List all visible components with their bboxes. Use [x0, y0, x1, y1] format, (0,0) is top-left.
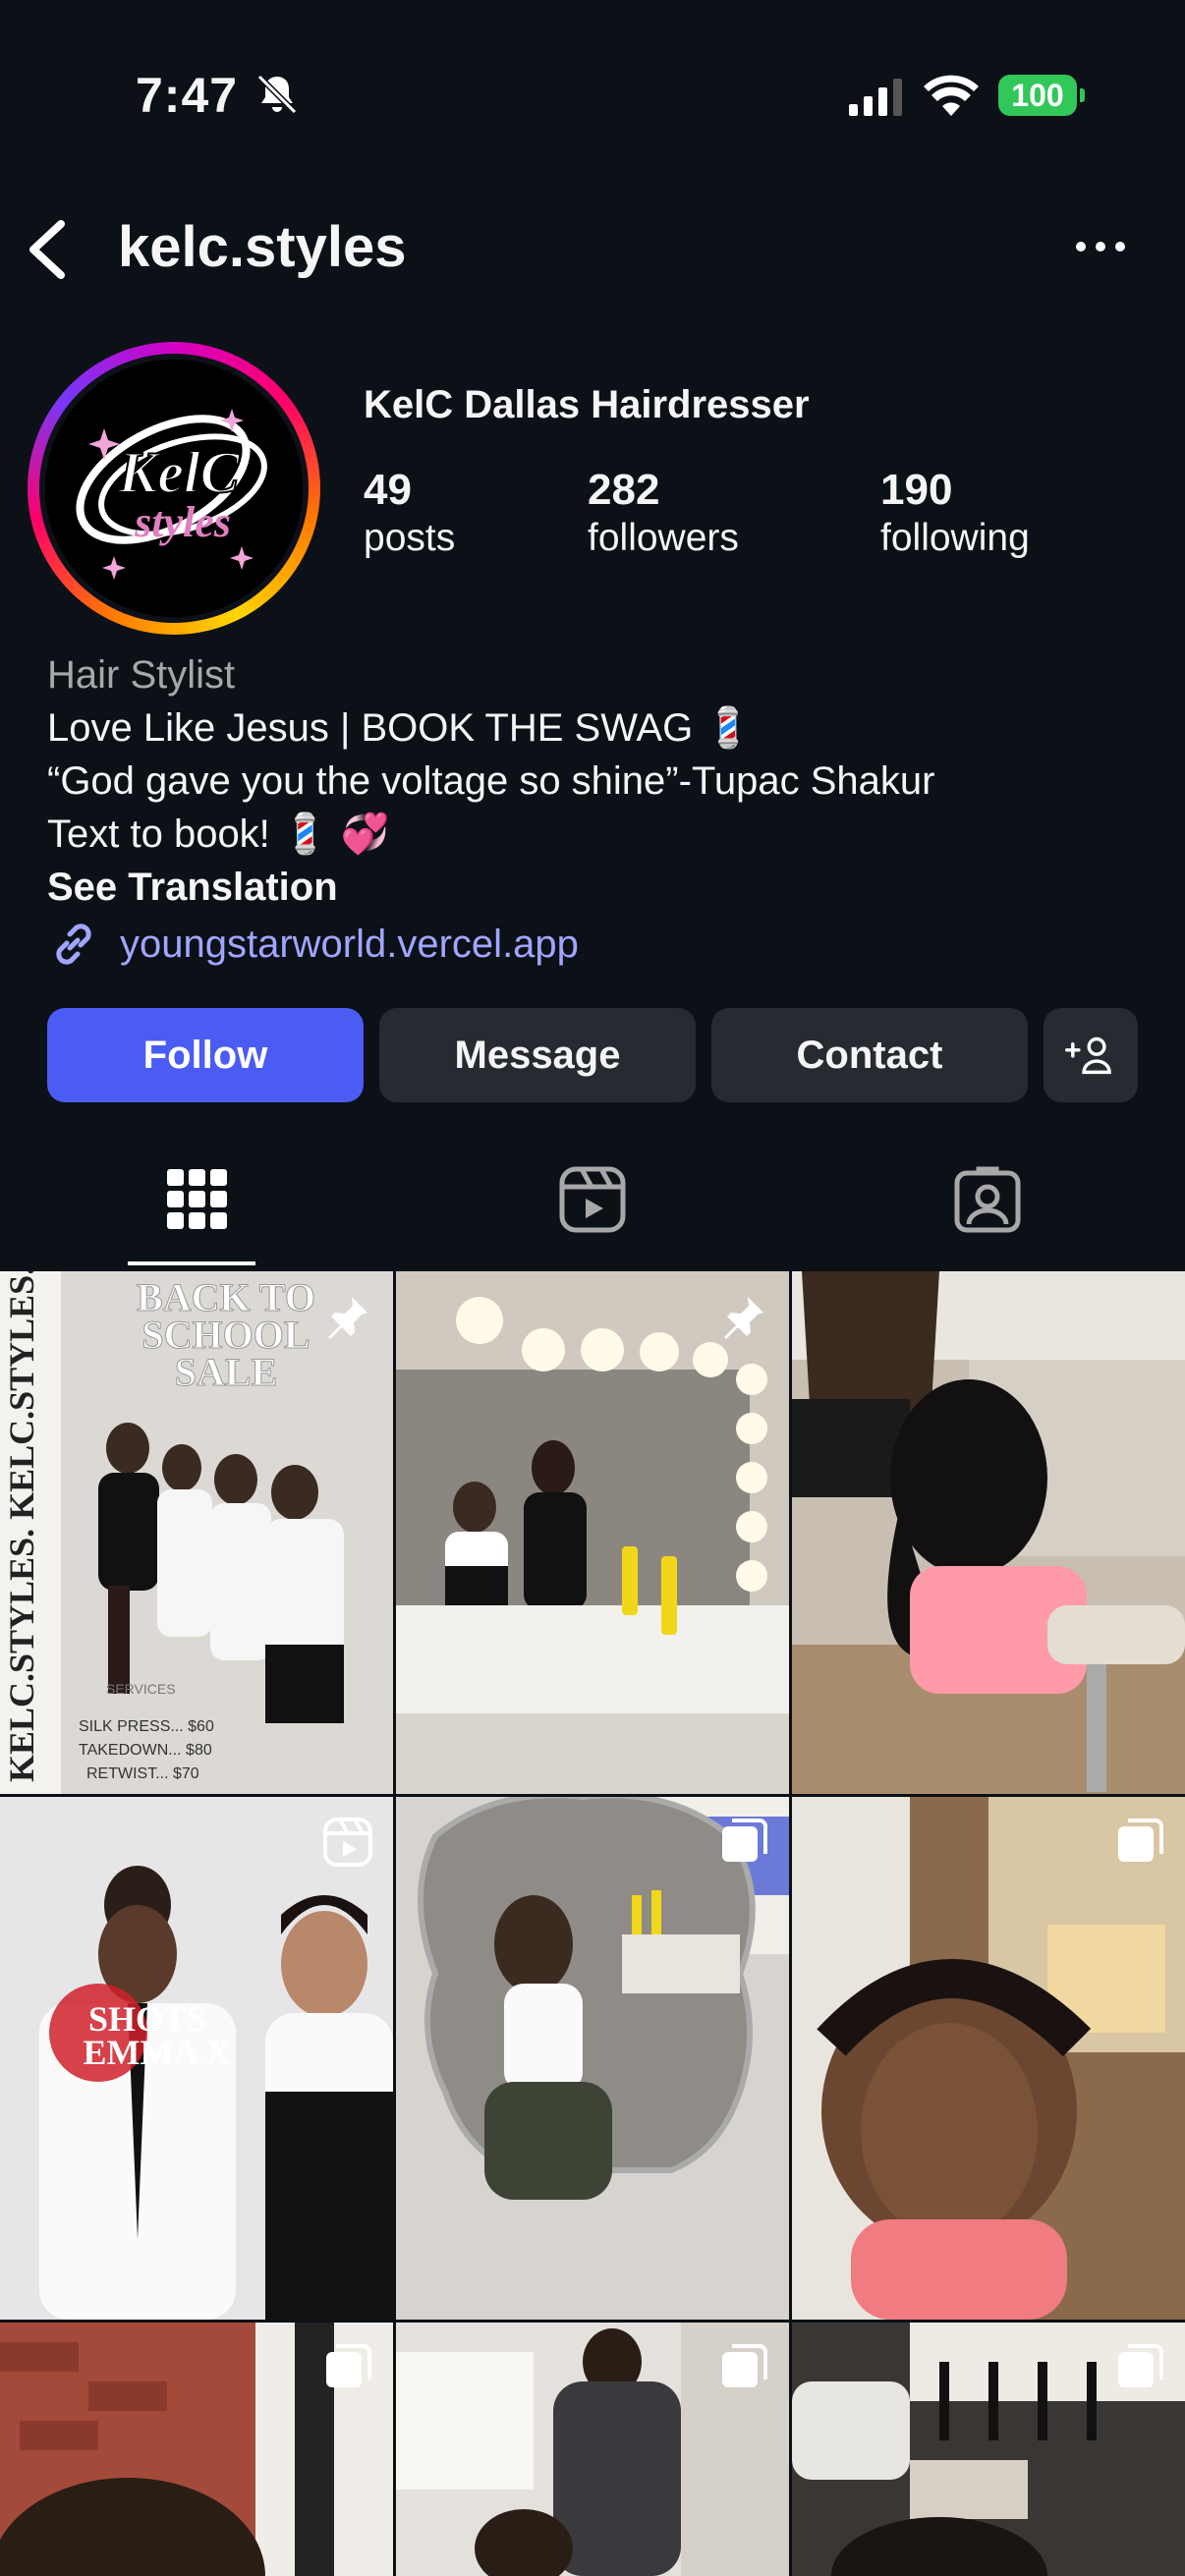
post-image [792, 1271, 1185, 1794]
post-image [396, 1797, 789, 2320]
post-image: SHOTS EMMA X [0, 1797, 393, 2320]
post-thumbnail[interactable]: SHOTS EMMA X [0, 1797, 393, 2320]
post-text: EMMA X [84, 2033, 232, 2072]
pin-icon [724, 1297, 763, 1339]
profile-link[interactable]: youngstarworld.vercel.app [47, 918, 579, 971]
carousel-icon [722, 1819, 767, 1862]
stat-value: 49 [364, 466, 412, 514]
carousel-icon [722, 2344, 767, 2387]
post-thumbnail[interactable] [0, 2323, 393, 2576]
carousel-icon [1118, 1819, 1163, 1862]
post-text: SERVICES [106, 1681, 176, 1697]
cellular-signal-icon [849, 79, 902, 116]
post-text: RETWIST... $70 [86, 1765, 199, 1782]
wifi-icon [924, 75, 979, 116]
bio-line: “God gave you the voltage so shine”-Tupa… [47, 759, 935, 803]
avatar[interactable]: KelC styles [39, 354, 309, 623]
post-thumbnail[interactable]: KELC.STYLES. KELC.STYLES. BACK TO SCHOOL… [0, 1271, 393, 1794]
post-image [396, 1271, 789, 1794]
stat-following[interactable]: 190 following [880, 466, 1030, 560]
profile-username: kelc.styles [118, 215, 407, 279]
reel-icon [323, 1818, 372, 1867]
post-grid: KELC.STYLES. KELC.STYLES. BACK TO SCHOOL… [0, 1271, 1185, 2576]
reels-tab-icon[interactable] [558, 1165, 627, 1234]
contact-button[interactable]: Contact [711, 1008, 1028, 1102]
suggested-accounts-button[interactable] [1044, 1008, 1138, 1102]
bell-muted-icon [256, 74, 298, 115]
post-text: KELC.STYLES. KELC.STYLES. [2, 1271, 41, 1782]
post-thumbnail[interactable] [792, 1797, 1185, 2320]
profile-link-text: youngstarworld.vercel.app [120, 922, 579, 966]
carousel-icon [326, 2344, 371, 2387]
post-thumbnail[interactable] [396, 1271, 789, 1794]
post-thumbnail[interactable] [396, 1797, 789, 2320]
post-image [792, 1797, 1185, 2320]
more-options-icon[interactable] [1071, 232, 1130, 261]
story-ring[interactable]: KelC styles [28, 342, 320, 635]
post-thumbnail[interactable] [396, 2323, 789, 2576]
post-thumbnail[interactable] [792, 2323, 1185, 2576]
post-text: SALE [175, 1350, 278, 1394]
follow-button[interactable]: Follow [47, 1008, 364, 1102]
svg-text:KelC: KelC [117, 440, 240, 505]
pin-icon [328, 1297, 367, 1339]
profile-bio: Hair Stylist Love Like Jesus | BOOK THE … [47, 648, 1148, 914]
post-text: SILK PRESS... $60 [79, 1718, 214, 1735]
bio-line: Love Like Jesus | BOOK THE SWAG 💈 [47, 706, 754, 750]
post-thumbnail[interactable] [792, 1271, 1185, 1794]
stat-value: 282 [588, 466, 660, 514]
avatar-logo: KelC styles [45, 360, 303, 617]
profile-tabs [0, 1140, 1185, 1271]
active-tab-indicator [128, 1261, 255, 1265]
back-chevron-icon[interactable] [22, 218, 71, 281]
battery-indicator: 100 [998, 75, 1085, 116]
stat-label: followers [588, 517, 739, 559]
grid-tab-icon[interactable] [163, 1165, 232, 1234]
stat-label: posts [364, 517, 456, 559]
top-navigation: kelc.styles [0, 196, 1185, 305]
see-translation-link[interactable]: See Translation [47, 861, 1148, 914]
tagged-tab-icon[interactable] [953, 1165, 1022, 1234]
post-text: TAKEDOWN... $80 [79, 1742, 212, 1759]
stat-value: 190 [880, 466, 953, 514]
stat-label: following [880, 517, 1030, 559]
message-button[interactable]: Message [379, 1008, 696, 1102]
profile-category: Hair Stylist [47, 653, 236, 697]
add-person-icon [1065, 1036, 1111, 1075]
stat-posts[interactable]: 49 posts [364, 466, 455, 560]
link-icon [56, 924, 91, 965]
display-name: KelC Dallas Hairdresser [364, 383, 810, 426]
status-bar: 7:47 100 [0, 0, 1185, 196]
bio-line: Text to book! 💈 💞 [47, 812, 390, 856]
svg-text:styles: styles [134, 498, 231, 546]
status-time: 7:47 [136, 68, 239, 123]
carousel-icon [1118, 2344, 1163, 2387]
stat-followers[interactable]: 282 followers [588, 466, 739, 560]
post-image: KELC.STYLES. KELC.STYLES. BACK TO SCHOOL… [0, 1271, 393, 1794]
